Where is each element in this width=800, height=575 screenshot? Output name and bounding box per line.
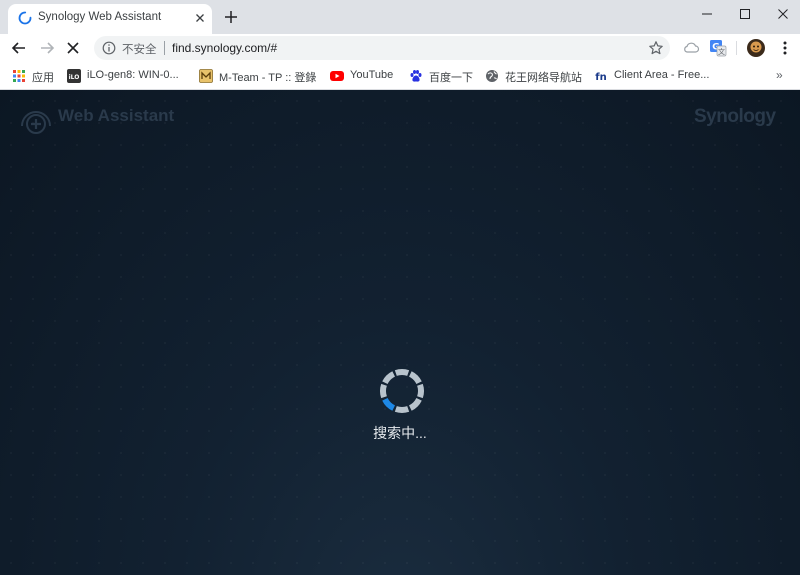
searching-status-text: 搜索中... <box>373 425 427 441</box>
close-window-icon <box>778 9 788 19</box>
bookmarks-overflow-chevron-icon[interactable]: » <box>776 68 792 84</box>
globe-icon <box>486 70 498 82</box>
synology-brand-logo: Synology <box>694 106 776 127</box>
bookmark-label: M-Team - TP :: 登錄 <box>219 72 317 84</box>
info-icon[interactable] <box>102 41 116 55</box>
spinner-segment <box>382 397 396 411</box>
spinner-segment <box>408 397 422 411</box>
spinner-segment <box>382 371 396 385</box>
back-arrow-icon[interactable] <box>9 38 29 58</box>
bookmark-label: 百度一下 <box>429 72 473 84</box>
bookmarks-bar: 应用 iLO iLO-gen8: WIN-0... M-Team - TP ::… <box>0 62 800 90</box>
ilo-icon: iLO <box>67 69 81 83</box>
spinner-segment <box>394 406 410 413</box>
searching-spinner-icon <box>380 369 424 413</box>
bookmark-star-icon[interactable] <box>648 40 664 56</box>
tab-strip: Synology Web Assistant <box>0 0 800 34</box>
browser-window: Synology Web Assistant 不安全 find.synology… <box>0 0 800 575</box>
stop-loading-icon[interactable] <box>63 38 83 58</box>
minimize-icon <box>702 13 712 15</box>
apps-grid-icon <box>13 70 25 82</box>
bookmark-label: iLO-gen8: WIN-0... <box>87 69 179 81</box>
svg-text:文: 文 <box>718 47 725 56</box>
svg-text:iLO: iLO <box>69 74 80 81</box>
maximize-icon <box>740 9 750 19</box>
translate-extension-icon[interactable]: G 文 <box>708 38 728 58</box>
web-assistant-logo-text: Web Assistant <box>58 106 175 125</box>
bookmark-label: Client Area - Free... <box>614 69 710 81</box>
mteam-icon <box>199 69 213 83</box>
web-assistant-page: Web Assistant Synology 搜索中... <box>0 90 800 575</box>
browser-toolbar: 不安全 find.synology.com/# G 文 <box>0 34 800 62</box>
address-bar[interactable]: 不安全 find.synology.com/# <box>94 36 670 60</box>
bookmark-label: YouTube <box>350 69 394 81</box>
spinner-segment <box>408 371 422 385</box>
url-text[interactable]: find.synology.com/# <box>172 41 277 55</box>
baidu-paw-icon <box>410 70 422 82</box>
toolbar-divider <box>736 41 737 55</box>
browser-menu-icon[interactable] <box>775 38 795 58</box>
tab-title: Synology Web Assistant <box>38 11 162 23</box>
fn-icon: fn <box>595 72 606 83</box>
loading-spinner-icon <box>18 11 32 25</box>
security-status-label: 不安全 <box>122 44 157 56</box>
spinner-segment <box>417 383 424 399</box>
cloud-extension-icon[interactable] <box>681 38 701 58</box>
close-window-button[interactable] <box>760 0 800 28</box>
web-assistant-logo-icon <box>21 111 51 134</box>
youtube-icon <box>330 71 344 81</box>
profile-avatar[interactable] <box>746 38 766 58</box>
forward-arrow-icon[interactable] <box>37 38 57 58</box>
omnibox-divider <box>164 41 165 55</box>
close-tab-icon[interactable] <box>192 10 208 26</box>
svg-text:fn: fn <box>595 72 606 83</box>
bookmark-label: 花王网络导航站 <box>505 72 582 84</box>
new-tab-icon[interactable] <box>222 8 240 26</box>
tab-synology-web-assistant[interactable]: Synology Web Assistant <box>8 4 212 34</box>
spinner-segment <box>380 383 387 399</box>
bookmark-label: 应用 <box>32 72 54 84</box>
background-pattern <box>0 90 800 575</box>
spinner-segment <box>394 369 410 376</box>
